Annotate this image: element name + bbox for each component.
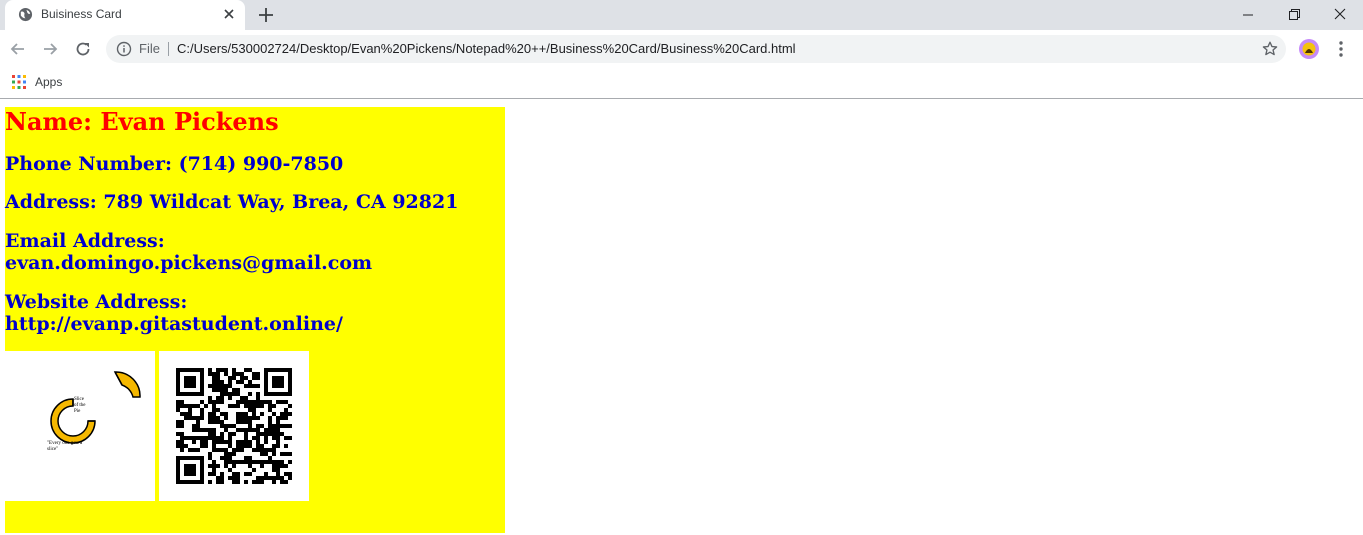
- new-tab-icon[interactable]: [256, 5, 276, 25]
- qr-code-graphic: [176, 368, 292, 484]
- reload-icon[interactable]: [73, 39, 93, 59]
- business-card: Name: Evan Pickens Phone Number: (714) 9…: [5, 107, 505, 533]
- pie-logo-image: Slice of the Pie "Every one gets a slice…: [5, 351, 155, 501]
- forward-arrow-icon[interactable]: [40, 39, 60, 59]
- bookmark-star-icon[interactable]: [1261, 40, 1279, 58]
- logo-brand-text: Slice of the Pie: [74, 397, 86, 414]
- apps-bookmark[interactable]: Apps: [35, 75, 62, 89]
- profile-avatar[interactable]: [1299, 39, 1319, 59]
- website-label: Website Address:: [5, 291, 188, 313]
- email-value: evan.domingo.pickens@gmail.com: [5, 252, 373, 274]
- active-tab[interactable]: Buisiness Card: [5, 0, 245, 30]
- card-phone: Phone Number: (714) 990-7850: [5, 153, 344, 175]
- close-icon: [1334, 8, 1346, 20]
- page-viewport: Name: Evan Pickens Phone Number: (714) 9…: [0, 99, 1363, 535]
- tab-strip: Buisiness Card: [0, 0, 1363, 30]
- close-tab-icon[interactable]: [221, 6, 237, 22]
- website-value: http://evanp.gitastudent.online/: [5, 313, 343, 335]
- url-text[interactable]: C:/Users/530002724/Desktop/Evan%20Picken…: [177, 41, 796, 56]
- card-name: Name: Evan Pickens: [5, 107, 279, 136]
- url-scheme: File: [139, 41, 160, 56]
- logo-slogan-text: "Every one gets a slice": [47, 441, 83, 452]
- minimize-icon: [1243, 14, 1253, 16]
- close-window-button[interactable]: [1317, 0, 1363, 30]
- bookmarks-bar: Apps: [0, 68, 1363, 99]
- card-address: Address: 789 Wildcat Way, Brea, CA 92821: [5, 191, 459, 213]
- pie-logo-graphic: [50, 371, 141, 444]
- globe-icon: [18, 7, 33, 22]
- scheme-divider: [168, 42, 169, 56]
- restore-icon: [1289, 9, 1300, 20]
- tab-title: Buisiness Card: [41, 7, 122, 21]
- email-label: Email Address:: [5, 230, 165, 252]
- restore-button[interactable]: [1271, 0, 1317, 30]
- kebab-menu-icon[interactable]: [1332, 39, 1350, 59]
- info-icon[interactable]: [116, 41, 132, 57]
- minimize-button[interactable]: [1225, 0, 1271, 30]
- back-arrow-icon[interactable]: [8, 39, 28, 59]
- card-website: Website Address: http://evanp.gitastuden…: [5, 291, 343, 335]
- card-email: Email Address: evan.domingo.pickens@gmai…: [5, 230, 372, 274]
- address-bar[interactable]: File C:/Users/530002724/Desktop/Evan%20P…: [106, 35, 1286, 63]
- browser-toolbar: File C:/Users/530002724/Desktop/Evan%20P…: [0, 30, 1363, 68]
- qr-code-image: [159, 351, 309, 501]
- apps-grid-icon[interactable]: [12, 75, 26, 89]
